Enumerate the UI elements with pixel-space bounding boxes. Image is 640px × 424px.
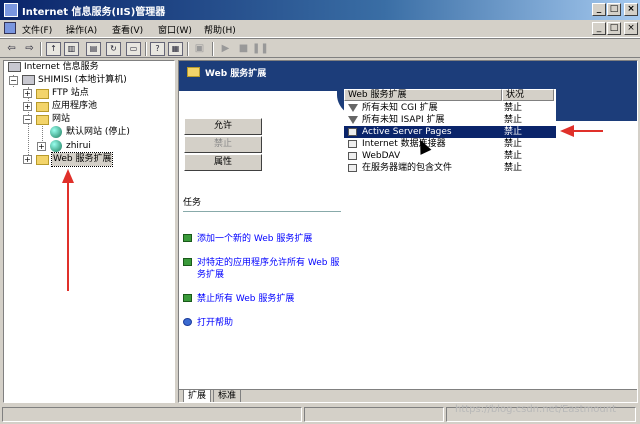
list-row[interactable]: Internet 数据连接器 禁止 (344, 138, 556, 150)
divider (183, 211, 341, 212)
folder-icon (36, 102, 49, 112)
refresh-icon[interactable]: ↻ (106, 42, 121, 56)
title-bar: Internet 信息服务(IIS)管理器 _ □ × (0, 0, 640, 20)
tree-label-ftp: FTP 站点 (52, 88, 89, 98)
folder-icon (36, 155, 49, 165)
tree-node-app-pools[interactable]: + 应用程序池 (22, 100, 172, 113)
menu-help[interactable]: 帮助(H) (204, 23, 236, 36)
iis-root-icon (8, 62, 21, 72)
show-hide-tree-icon[interactable]: ▥ (64, 42, 79, 56)
extension-icon (348, 164, 357, 172)
maximize-button[interactable]: □ (607, 3, 621, 16)
menu-action[interactable]: 操作(A) (66, 23, 97, 36)
tasks-title: 任务 (183, 198, 202, 208)
list-row[interactable]: 所有未知 ISAPI 扩展 禁止 (344, 114, 556, 126)
extension-icon (348, 152, 357, 160)
allow-button[interactable]: 允许 (184, 118, 262, 135)
tab-standard[interactable]: 标准 (213, 390, 242, 402)
help-circle-icon (183, 318, 192, 326)
tree-node-web-extensions[interactable]: + Web 服务扩展 (22, 152, 172, 167)
folder-icon (187, 67, 200, 77)
tree-label-zhirui: zhirui (66, 141, 91, 151)
tree-label-app-pools: 应用程序池 (52, 101, 98, 111)
menu-view[interactable]: 查看(V) (112, 23, 143, 36)
up-folder-icon[interactable]: ↑ (46, 42, 61, 56)
watermark: https://blog.csdn.net/Eastmount (455, 404, 617, 415)
annotation-arrow-shaft (67, 181, 69, 291)
computer-icon[interactable]: ▣ (192, 42, 207, 56)
list-row[interactable]: 所有未知 CGI 扩展 禁止 (344, 102, 556, 114)
tree-pane: Internet 信息服务 − SHIMISI (本地计算机) + FTP 站点… (3, 60, 175, 403)
forward-icon[interactable]: ⇨ (22, 42, 37, 56)
extension-icon (348, 128, 357, 136)
tree-node-websites[interactable]: − 网站 (22, 113, 172, 126)
annotation-arrow-shaft (573, 130, 603, 132)
folder-icon (36, 89, 49, 99)
task-arrow-icon (183, 294, 192, 302)
menu-bar: 文件(F) 操作(A) 查看(V) 窗口(W) 帮助(H) (0, 20, 640, 38)
tree-label-web-extensions: Web 服务扩展 (50, 152, 114, 167)
properties-icon[interactable]: ▤ (86, 42, 101, 56)
window-title: Internet 信息服务(IIS)管理器 (22, 7, 166, 18)
expand-icon[interactable]: + (23, 102, 32, 111)
toolbar: ⇦ ⇨ ↑ ▥ ▤ ↻ ▭ ? ▦ ▣ ▶ ■ ❚❚ (0, 38, 640, 58)
properties-button[interactable]: 属性 (184, 154, 262, 171)
close-button[interactable]: × (624, 3, 638, 16)
column-header-status[interactable]: 状况 (502, 89, 554, 101)
tree-node-root[interactable]: Internet 信息服务 (6, 61, 166, 74)
details-header-title: Web 服务扩展 (205, 69, 267, 79)
list-row-selected[interactable]: Active Server Pages 禁止 (344, 126, 556, 138)
status-cell (304, 407, 444, 422)
list-row[interactable]: WebDAV 禁止 (344, 150, 556, 162)
expand-icon[interactable]: + (23, 89, 32, 98)
console-icon[interactable]: ▦ (168, 42, 183, 56)
status-cell (2, 407, 302, 422)
details-header: Web 服务扩展 (179, 61, 637, 83)
tree-label-computer: SHIMISI (本地计算机) (38, 75, 127, 85)
pause-icon[interactable]: ❚❚ (252, 42, 269, 56)
list-row[interactable]: 在服务器端的包含文件 禁止 (344, 162, 556, 174)
tree-label-websites: 网站 (52, 114, 71, 124)
minimize-button[interactable]: _ (592, 3, 606, 16)
expand-icon[interactable]: + (37, 142, 46, 151)
tree-node-computer[interactable]: − SHIMISI (本地计算机) (8, 74, 168, 87)
task-arrow-icon (183, 258, 192, 266)
filter-icon (348, 116, 358, 124)
tree-node-default-site[interactable]: 默认网站 (停止) (48, 126, 173, 139)
website-globe-icon (50, 126, 62, 138)
collapse-icon[interactable]: − (9, 76, 18, 85)
expand-icon[interactable]: + (23, 155, 32, 164)
back-icon[interactable]: ⇦ (4, 42, 19, 56)
stop-icon[interactable]: ■ (236, 42, 251, 56)
help-icon[interactable]: ? (150, 42, 165, 56)
tree-node-ftp[interactable]: + FTP 站点 (22, 87, 172, 100)
collapse-icon[interactable]: − (23, 115, 32, 124)
computer-icon (22, 75, 35, 85)
export-list-icon[interactable]: ▭ (126, 42, 141, 56)
website-globe-icon (50, 140, 62, 152)
mdi-restore-button[interactable]: □ (607, 22, 621, 35)
tab-extended[interactable]: 扩展 (183, 390, 212, 402)
extension-icon (348, 140, 357, 148)
mdi-minimize-button[interactable]: _ (592, 22, 606, 35)
folder-icon (36, 115, 49, 125)
view-tabs: 扩展 标准 (179, 389, 637, 402)
system-menu-icon[interactable] (4, 22, 16, 34)
deny-button[interactable]: 禁止 (184, 136, 262, 153)
iis-app-icon (4, 3, 18, 17)
menu-file[interactable]: 文件(F) (22, 23, 52, 36)
extensions-list: Web 服务扩展 状况 所有未知 CGI 扩展 禁止 所有未知 ISAPI 扩展… (344, 89, 556, 184)
tree-label-default-site: 默认网站 (停止) (66, 127, 130, 137)
play-icon[interactable]: ▶ (218, 42, 233, 56)
header-band (179, 83, 339, 91)
filter-icon (348, 104, 358, 112)
task-arrow-icon (183, 234, 192, 242)
tree-label-root: Internet 信息服务 (24, 62, 99, 72)
column-header-name[interactable]: Web 服务扩展 (344, 89, 502, 101)
annotation-arrow-head (560, 125, 574, 137)
tree-node-zhirui[interactable]: + zhirui (36, 140, 171, 153)
mdi-close-button[interactable]: × (624, 22, 638, 35)
menu-window[interactable]: 窗口(W) (158, 23, 192, 36)
details-pane: Web 服务扩展 允许 禁止 属性 任务 添加一个新的 Web 服务扩展 对特定… (178, 60, 638, 403)
